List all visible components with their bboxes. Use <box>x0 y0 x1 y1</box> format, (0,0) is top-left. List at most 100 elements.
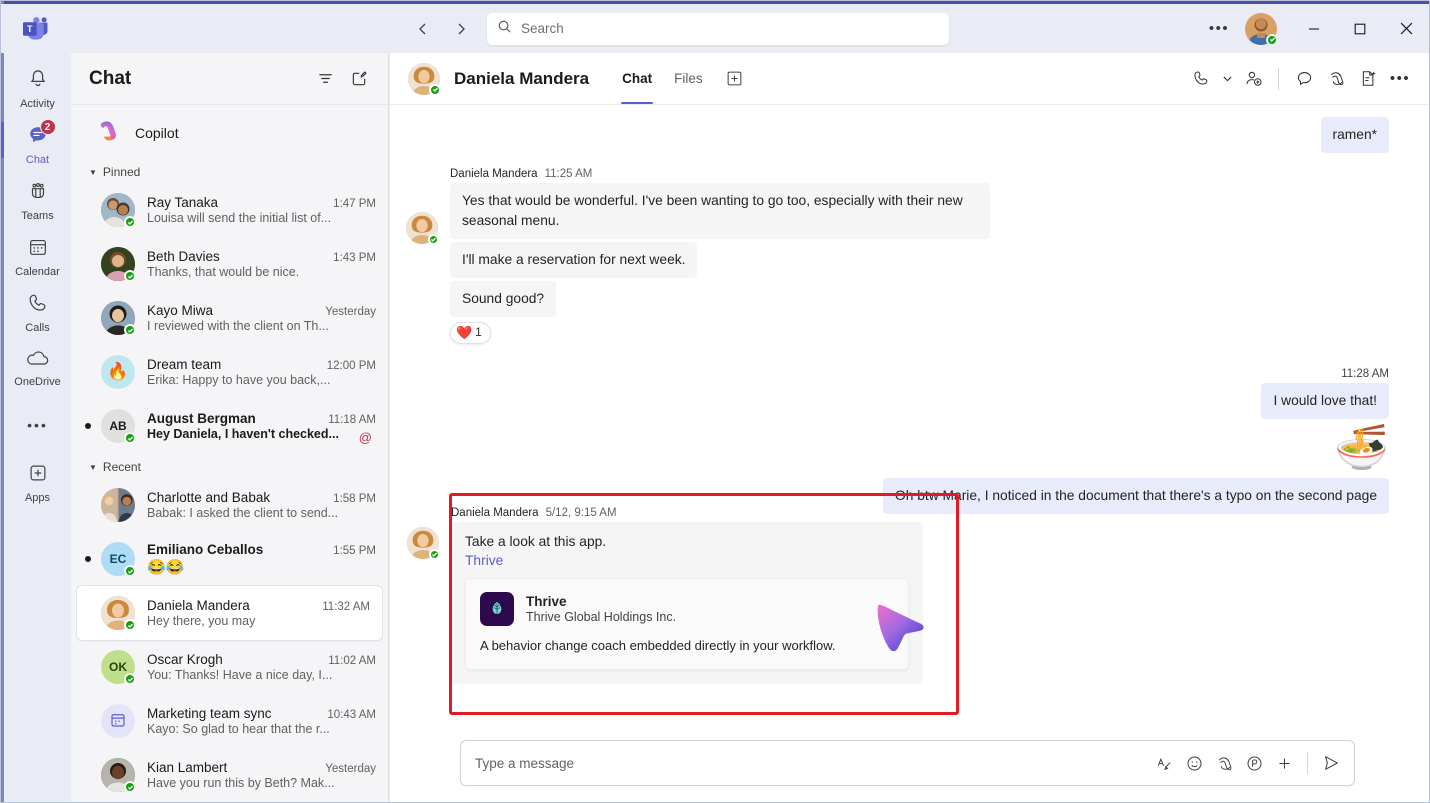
message-time: 11:25 AM <box>544 168 593 180</box>
notes-icon[interactable] <box>1353 64 1383 94</box>
tab-files[interactable]: Files <box>663 53 714 104</box>
fire-emoji-icon: 🔥 <box>101 355 135 389</box>
message-avatar <box>406 212 439 245</box>
chat-list-item-kayo-miwa[interactable]: Kayo Miwa Yesterday I reviewed with the … <box>71 291 388 345</box>
message-bubble: I would love that! <box>1261 383 1389 419</box>
message-ramen: ramen* <box>406 117 1389 156</box>
copilot-icon[interactable] <box>1321 64 1351 94</box>
emoji-icon[interactable] <box>1179 748 1209 778</box>
mouse-cursor-icon <box>870 598 932 673</box>
chat-row-time: 12:00 PM <box>326 360 376 372</box>
rail-item-apps[interactable]: Apps <box>8 455 68 509</box>
send-icon[interactable] <box>1316 748 1346 778</box>
app-link[interactable]: Thrive <box>465 553 909 568</box>
chat-list-item-kian-lambert[interactable]: Kian Lambert Yesterday Have you run this… <box>71 748 388 802</box>
back-button[interactable] <box>407 13 439 45</box>
filter-icon[interactable] <box>310 64 340 94</box>
rail-item-calendar[interactable]: Calendar <box>8 229 68 283</box>
conversation-header: Daniela Mandera Chat Files ••• <box>390 53 1429 105</box>
maximize-button[interactable] <box>1337 3 1383 55</box>
rail-item-chat[interactable]: 2 Chat <box>1 117 68 171</box>
search-input[interactable]: Search <box>487 12 949 45</box>
chat-group-pinned[interactable]: ▼ Pinned <box>71 158 388 183</box>
new-chat-icon[interactable] <box>344 64 374 94</box>
chat-row-time: 1:58 PM <box>333 493 376 505</box>
chat-group-recent[interactable]: ▼ Recent <box>71 453 388 478</box>
chat-row-preview: Erika: Happy to have you back,... <box>147 373 331 387</box>
chat-list-item-beth-davies[interactable]: Beth Davies 1:43 PM Thanks, that would b… <box>71 237 388 291</box>
chat-list[interactable]: Copilot ▼ Pinned Ray Tanaka 1:47 PM Loui… <box>71 105 388 802</box>
chat-row-preview: 😂😂 <box>147 559 185 576</box>
app-preview-card[interactable]: Thrive Thrive Global Holdings Inc. A beh… <box>465 577 924 670</box>
presence-available-icon <box>428 234 439 245</box>
plus-icon[interactable] <box>1269 748 1299 778</box>
chat-list-item-marketing-team-sync[interactable]: Marketing team sync 10:43 AM Kayo: So gl… <box>71 694 388 748</box>
chat-list-item-copilot[interactable]: Copilot <box>77 110 382 156</box>
message-input[interactable]: Type a message <box>475 756 1149 771</box>
rail-item-onedrive[interactable]: OneDrive <box>8 341 68 393</box>
app-share-message: Daniela Mandera 5/12, 9:15 AM Take a look… <box>407 501 952 684</box>
chat-list-item-dream-team[interactable]: 🔥 Dream team 12:00 PM Erika: Happy to ha… <box>71 345 388 399</box>
chat-row-text: Daniela Mandera 11:32 AM Hey there, you … <box>147 598 370 628</box>
chat-row-preview: Kayo: So glad to hear that the r... <box>147 722 330 736</box>
forward-button[interactable] <box>445 13 477 45</box>
chat-row-text: Charlotte and Babak 1:58 PM Babak: I ask… <box>147 490 376 520</box>
chat-list-item-oscar-krogh[interactable]: OK Oscar Krogh 11:02 AM You: Thanks! Hav… <box>71 640 388 694</box>
add-tab-button[interactable] <box>722 66 748 92</box>
conversation-avatar[interactable] <box>408 62 441 96</box>
navigation-arrows <box>407 13 477 45</box>
chat-list-item-august-bergman[interactable]: AB August Bergman 11:18 AM Hey Daniela, … <box>71 399 388 453</box>
rail-more-button[interactable]: ••• <box>8 407 68 443</box>
chat-list-item-daniela-mandera[interactable]: Daniela Mandera 11:32 AM Hey there, you … <box>77 586 382 640</box>
chat-row-name: Kayo Miwa <box>147 303 214 318</box>
minimize-button[interactable] <box>1291 3 1337 55</box>
presence-available-icon <box>124 565 136 577</box>
reaction-heart[interactable]: ❤️ 1 <box>450 322 491 344</box>
rail-item-activity[interactable]: Activity <box>8 61 68 115</box>
more-icon[interactable]: ••• <box>1385 64 1415 94</box>
rail-label-apps: Apps <box>24 492 51 504</box>
add-people-icon[interactable] <box>1238 64 1268 94</box>
chat-list-header-icons <box>310 64 374 94</box>
app-message-text: Take a look at this app. <box>465 534 607 549</box>
compose-divider <box>1307 752 1308 774</box>
chat-row-text: Marketing team sync 10:43 AM Kayo: So gl… <box>147 706 376 736</box>
rail-item-teams[interactable]: Teams <box>8 173 68 227</box>
format-icon[interactable] <box>1149 748 1179 778</box>
compose-box[interactable]: Type a message <box>460 740 1355 786</box>
chat-row-text: Kayo Miwa Yesterday I reviewed with the … <box>147 303 376 333</box>
chat-list-item-charlotte-and-babak[interactable]: Charlotte and Babak 1:58 PM Babak: I ask… <box>71 478 388 532</box>
message-ramen-emoji: 🍜 <box>406 423 1389 472</box>
close-button[interactable] <box>1383 3 1429 55</box>
chat-list-item-ray-tanaka[interactable]: Ray Tanaka 1:47 PM Louisa will send the … <box>71 183 388 237</box>
presence-available-icon <box>124 673 136 685</box>
chat-bubble-icon[interactable] <box>1289 64 1319 94</box>
presence-available-icon <box>124 216 136 228</box>
rail-item-calls[interactable]: Calls <box>8 285 68 339</box>
message-author: Daniela Mandera <box>450 168 538 180</box>
chevron-down-icon[interactable] <box>1218 64 1236 94</box>
titlebar-more-button[interactable]: ••• <box>1201 13 1237 45</box>
message-content: Daniela Mandera 11:25 AM Yes that would b… <box>450 162 990 344</box>
copilot-label: Copilot <box>135 125 179 141</box>
message-time: 11:28 AM <box>1341 368 1389 380</box>
user-avatar[interactable] <box>1245 12 1278 46</box>
chat-row-time: 1:55 PM <box>333 545 376 557</box>
chat-row-text: Ray Tanaka 1:47 PM Louisa will send the … <box>147 195 376 225</box>
loop-icon[interactable] <box>1239 748 1269 778</box>
chevron-down-icon: ▼ <box>89 462 97 472</box>
call-icon[interactable] <box>1186 64 1216 94</box>
chat-row-time: 11:02 AM <box>328 655 376 667</box>
presence-available-icon <box>1266 33 1278 46</box>
app-card-header: Thrive Thrive Global Holdings Inc. <box>480 591 894 626</box>
copilot-icon[interactable] <box>1209 748 1239 778</box>
presence-available-icon <box>124 432 136 444</box>
chat-row-time: 1:43 PM <box>333 252 376 264</box>
chat-row-name: Ray Tanaka <box>147 195 219 210</box>
heart-emoji-icon: ❤️ <box>456 325 473 340</box>
tab-chat[interactable]: Chat <box>611 53 663 104</box>
message-bubble: Sound good? <box>450 281 557 317</box>
calendar-icon <box>109 711 127 732</box>
chat-unread-badge: 2 <box>39 119 56 135</box>
chat-list-item-emiliano-ceballos[interactable]: EC Emiliano Ceballos 1:55 PM 😂😂 <box>71 532 388 586</box>
